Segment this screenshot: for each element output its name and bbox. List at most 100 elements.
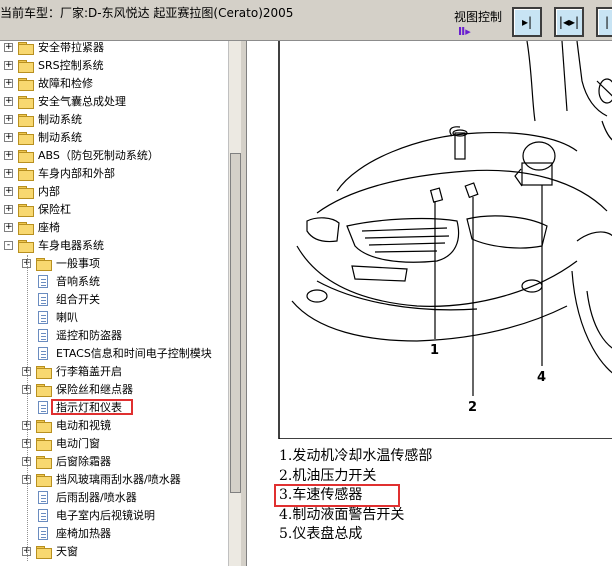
tree-item[interactable]: + 安全气囊总成处理 xyxy=(0,93,228,111)
tree-item[interactable]: 座椅加热器 xyxy=(0,525,228,543)
tree-item-label: 安全气囊总成处理 xyxy=(38,95,126,108)
document-icon xyxy=(38,311,48,324)
tree-item-label: 保险杠 xyxy=(38,203,71,216)
folder-icon xyxy=(36,456,52,469)
tree-item-label: ETACS信息和时间电子控制模块 xyxy=(56,347,212,360)
navigation-tree[interactable]: + 安全带拉紧器 + SRS控制系统 + 故障和检修 + 安全气囊总成处理 + 制动系统 + 制动系统… xyxy=(0,41,228,566)
folder-icon xyxy=(18,222,34,235)
expand-toggle-icon[interactable]: + xyxy=(4,151,13,160)
view-button-collapse[interactable]: | xyxy=(596,7,612,37)
tree-item[interactable]: + 安全带拉紧器 xyxy=(0,41,228,57)
tree-item-label: 遥控和防盗器 xyxy=(56,329,122,342)
folder-icon xyxy=(36,384,52,397)
tree-item-label: 电动门窗 xyxy=(56,437,100,450)
document-icon xyxy=(38,293,48,306)
folder-icon xyxy=(18,204,34,217)
expand-toggle-icon[interactable]: + xyxy=(4,43,13,52)
bar-icon: | xyxy=(604,15,610,29)
tree-selection-highlight xyxy=(51,399,133,415)
folder-icon xyxy=(36,474,52,487)
tree-item-label: 制动系统 xyxy=(38,113,82,126)
tree-item[interactable]: 电子室内后视镜说明 xyxy=(0,507,228,525)
view-button-expand-right[interactable]: ▸| xyxy=(512,7,542,37)
tree-item[interactable]: + 挡风玻璃雨刮水器/喷水器 xyxy=(0,471,228,489)
folder-icon xyxy=(36,420,52,433)
tree-connector xyxy=(27,255,28,561)
folder-icon xyxy=(18,78,34,91)
tree-item[interactable]: + 制动系统 xyxy=(0,111,228,129)
tree-item-label: ABS（防包死制动系统） xyxy=(38,149,159,162)
callout-1: 1 xyxy=(430,343,439,358)
collapse-toggle-icon[interactable]: - xyxy=(4,241,13,250)
tree-item[interactable]: + ABS（防包死制动系统） xyxy=(0,147,228,165)
tree-item[interactable]: 喇叭 xyxy=(0,309,228,327)
tree-item[interactable]: + 内部 xyxy=(0,183,228,201)
tree-item[interactable]: + 保险丝和继点器 xyxy=(0,381,228,399)
tree-item-label: 电动和视镜 xyxy=(56,419,111,432)
tree-item[interactable]: + 天窗 xyxy=(0,543,228,561)
tree-item[interactable]: + 车身内部和外部 xyxy=(0,165,228,183)
expand-toggle-icon[interactable]: + xyxy=(4,97,13,106)
tree-item[interactable]: + 一般事项 xyxy=(0,255,228,273)
legend-item: 5.仪表盘总成 xyxy=(279,526,363,542)
split-arrows-icon: |◂▸| xyxy=(558,15,580,29)
tree-item[interactable]: - 车身电器系统 xyxy=(0,237,228,255)
tree-item[interactable]: + 保险杠 xyxy=(0,201,228,219)
expand-toggle-icon[interactable]: + xyxy=(4,79,13,88)
view-button-split[interactable]: |◂▸| xyxy=(554,7,584,37)
tree-item-label: 挡风玻璃雨刮水器/喷水器 xyxy=(56,473,181,486)
tree-item[interactable]: 后雨刮器/喷水器 xyxy=(0,489,228,507)
tree-item[interactable]: 音响系统 xyxy=(0,273,228,291)
expand-toggle-icon[interactable]: + xyxy=(4,205,13,214)
legend-item: 1.发动机冷却水温传感部 xyxy=(279,448,433,464)
tree-item[interactable]: ETACS信息和时间电子控制模块 xyxy=(0,345,228,363)
tree-item-label: 音响系统 xyxy=(56,275,100,288)
tree-item[interactable]: + 电动门窗 xyxy=(0,435,228,453)
tree-item[interactable]: + 行李箱盖开启 xyxy=(0,363,228,381)
tree-item-label: 车身电器系统 xyxy=(38,239,104,252)
expand-toggle-icon[interactable]: + xyxy=(4,115,13,124)
document-icon xyxy=(38,509,48,522)
expand-toggle-icon[interactable]: + xyxy=(4,169,13,178)
tree-item[interactable]: + 电动和视镜 xyxy=(0,417,228,435)
tree-item[interactable]: + SRS控制系统 xyxy=(0,57,228,75)
folder-icon xyxy=(18,60,34,73)
folder-icon xyxy=(36,438,52,451)
expand-toggle-icon[interactable]: + xyxy=(4,133,13,142)
legend-item: 4.制动液面警告开关 xyxy=(279,506,405,523)
document-icon xyxy=(38,491,48,504)
tree-item[interactable]: + 后窗除霜器 xyxy=(0,453,228,471)
tree-item-label: 安全带拉紧器 xyxy=(38,41,104,54)
tree-item-label: 后窗除霜器 xyxy=(56,455,111,468)
view-mode-icon: Ⅱ▸ xyxy=(458,25,471,38)
document-icon xyxy=(38,275,48,288)
tree-item[interactable]: + 制动系统 xyxy=(0,129,228,147)
document-icon xyxy=(38,347,48,360)
tree-item-label: 座椅 xyxy=(38,221,60,234)
tree-item-label: 喇叭 xyxy=(56,311,78,324)
tree-item-label: 保险丝和继点器 xyxy=(56,383,133,396)
expand-toggle-icon[interactable]: + xyxy=(4,223,13,232)
legend-highlight-box xyxy=(274,484,400,507)
folder-icon xyxy=(36,546,52,559)
document-icon xyxy=(38,401,48,414)
document-icon xyxy=(38,329,48,342)
tree-item-label: 故障和检修 xyxy=(38,77,93,90)
tree-item[interactable]: + 座椅 xyxy=(0,219,228,237)
callout-4: 4 xyxy=(537,370,546,385)
tree-item-label: 组合开关 xyxy=(56,293,100,306)
tree-item[interactable]: + 故障和检修 xyxy=(0,75,228,93)
engine-bay-diagram: 1 2 4 xyxy=(278,41,612,439)
expand-toggle-icon[interactable]: + xyxy=(4,61,13,70)
tree-scrollbar[interactable] xyxy=(228,41,242,566)
folder-icon xyxy=(18,168,34,181)
expand-toggle-icon[interactable]: + xyxy=(4,187,13,196)
tree-item[interactable]: 组合开关 xyxy=(0,291,228,309)
tree-item-label: SRS控制系统 xyxy=(38,59,104,72)
callout-2: 2 xyxy=(468,400,477,415)
tree-item[interactable]: 遥控和防盗器 xyxy=(0,327,228,345)
scrollbar-thumb[interactable] xyxy=(230,153,241,493)
tree-item-label: 行李箱盖开启 xyxy=(56,365,122,378)
folder-icon xyxy=(18,114,34,127)
top-bar: 当前车型：厂家:D-东风悦达 起亚赛拉图(Cerato)2005 视图控制 Ⅱ▸… xyxy=(0,0,612,41)
